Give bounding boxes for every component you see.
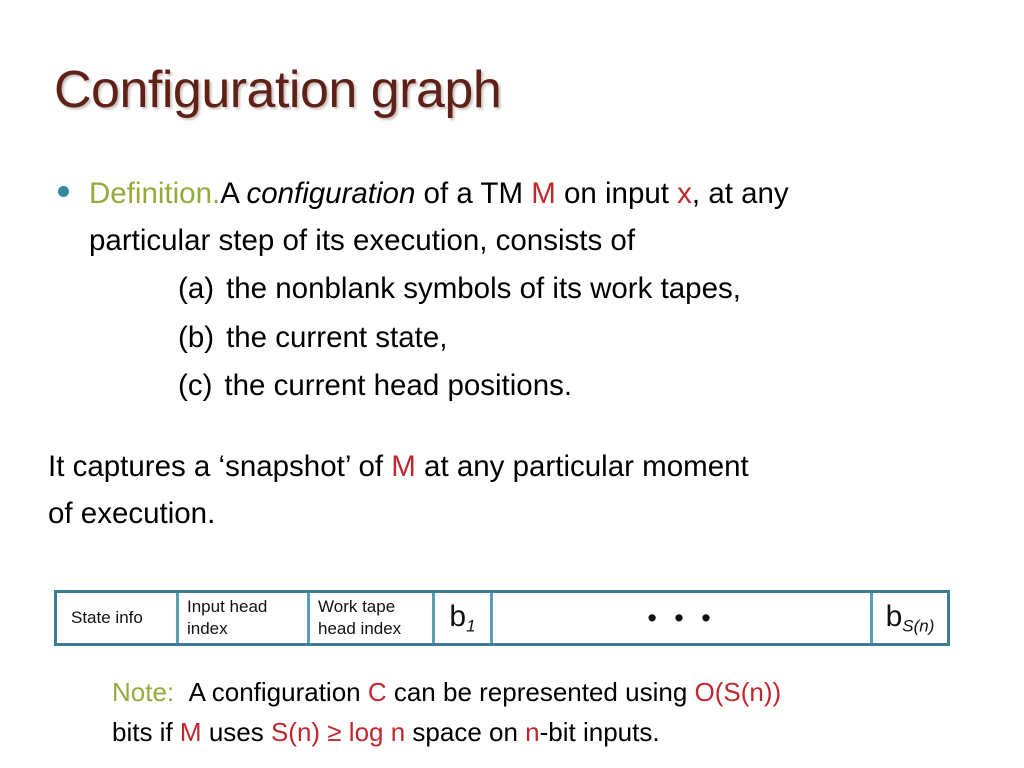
- list-item-c-text: the current head positions.: [224, 369, 573, 403]
- captures-paragraph: It captures a ‘snapshot’ of M at any par…: [48, 443, 966, 537]
- page-title: Configuration graph: [54, 61, 502, 119]
- list-item-b-text: the current state,: [226, 320, 448, 354]
- ellipsis-icon: • • •: [647, 602, 716, 633]
- config-symbol-c: C: [367, 677, 387, 707]
- tape-cell-work-tape-head-index: Work tape head index: [310, 593, 435, 643]
- input-symbol-x: x: [677, 177, 692, 210]
- definition-line-2: particular step of its execution, consis…: [89, 223, 636, 257]
- list-item-c-label: (c): [178, 369, 213, 403]
- note-machine-symbol-m: M: [179, 716, 202, 747]
- note-line2-text-4: -bit inputs.: [539, 716, 660, 747]
- big-o-expression: O(S(n)): [694, 677, 782, 707]
- definition-text-3: on input: [555, 177, 678, 210]
- note-line2-text-3: space on: [405, 716, 526, 747]
- b-last-base: b: [885, 599, 903, 633]
- list-item-b-label: (b): [178, 320, 215, 354]
- list-item-a-label: (a): [178, 272, 215, 306]
- tape-cell-b-first-label: b1: [449, 599, 476, 636]
- note-line-2: bits if M uses S(n) ≥ log n space on n-b…: [112, 713, 972, 753]
- tape-cell-state-info: State info: [57, 593, 179, 643]
- bullet-dot-icon: [58, 186, 69, 197]
- tape-cell-input-head-index: Input head index: [179, 593, 310, 643]
- space-bound-expression: S(n) ≥ log n: [270, 716, 406, 747]
- machine-symbol-m: M: [531, 177, 556, 210]
- note-line2-text-1: bits if: [112, 716, 180, 747]
- b-first-subscript: 1: [466, 616, 476, 636]
- tape-cell-ellipsis: • • •: [493, 593, 873, 643]
- definition-line-1: Definition.A configuration of a TM M on …: [89, 171, 970, 218]
- captures-text-1: It captures a ‘snapshot’ of: [48, 450, 392, 483]
- tape-cell-b-last: bS(n): [873, 593, 947, 643]
- captures-machine-symbol-m: M: [391, 450, 416, 483]
- tape-cell-b-first: b1: [435, 593, 493, 643]
- note-line-1: Note: A configuration C can be represent…: [112, 673, 972, 713]
- list-item-a: (a) the nonblank symbols of its work tape…: [48, 266, 970, 313]
- captures-text-2: at any particular moment: [415, 450, 749, 483]
- note-text-1: A configuration: [188, 677, 368, 707]
- definition-term: configuration: [246, 177, 416, 210]
- list-item-c: (c) the current head positions.: [48, 363, 970, 410]
- b-first-base: b: [449, 599, 467, 633]
- definition-text-1: A: [220, 177, 247, 210]
- configuration-tape-table: State info Input head index Work tape he…: [54, 590, 950, 646]
- note-text-2: can be represented using: [386, 677, 695, 707]
- tape-cell-state-info-label: State info: [71, 608, 143, 628]
- b-last-subscript: S(n): [902, 616, 935, 636]
- list-item-a-text: the nonblank symbols of its work tapes,: [226, 272, 741, 306]
- definition-label: Definition.: [89, 177, 221, 210]
- tape-cell-input-head-index-label: Input head index: [187, 597, 268, 638]
- note-block: Note: A configuration C can be represent…: [112, 673, 972, 752]
- tape-cell-b-last-label: bS(n): [885, 599, 935, 636]
- input-length-symbol-n: n: [525, 716, 540, 747]
- note-line2-text-2: uses: [201, 716, 271, 747]
- definition-text-4: , at any: [691, 177, 789, 210]
- captures-line-2: of execution.: [48, 497, 216, 531]
- definition-bullet-row: Definition.A configuration of a TM M on …: [48, 171, 970, 264]
- tape-cell-work-tape-head-index-label: Work tape head index: [318, 597, 402, 638]
- definition-text-2: of a TM: [415, 177, 532, 210]
- note-label: Note:: [112, 677, 175, 707]
- list-item-b: (b) the current state,: [48, 315, 970, 362]
- definition-block: Definition.A configuration of a TM M on …: [48, 171, 970, 410]
